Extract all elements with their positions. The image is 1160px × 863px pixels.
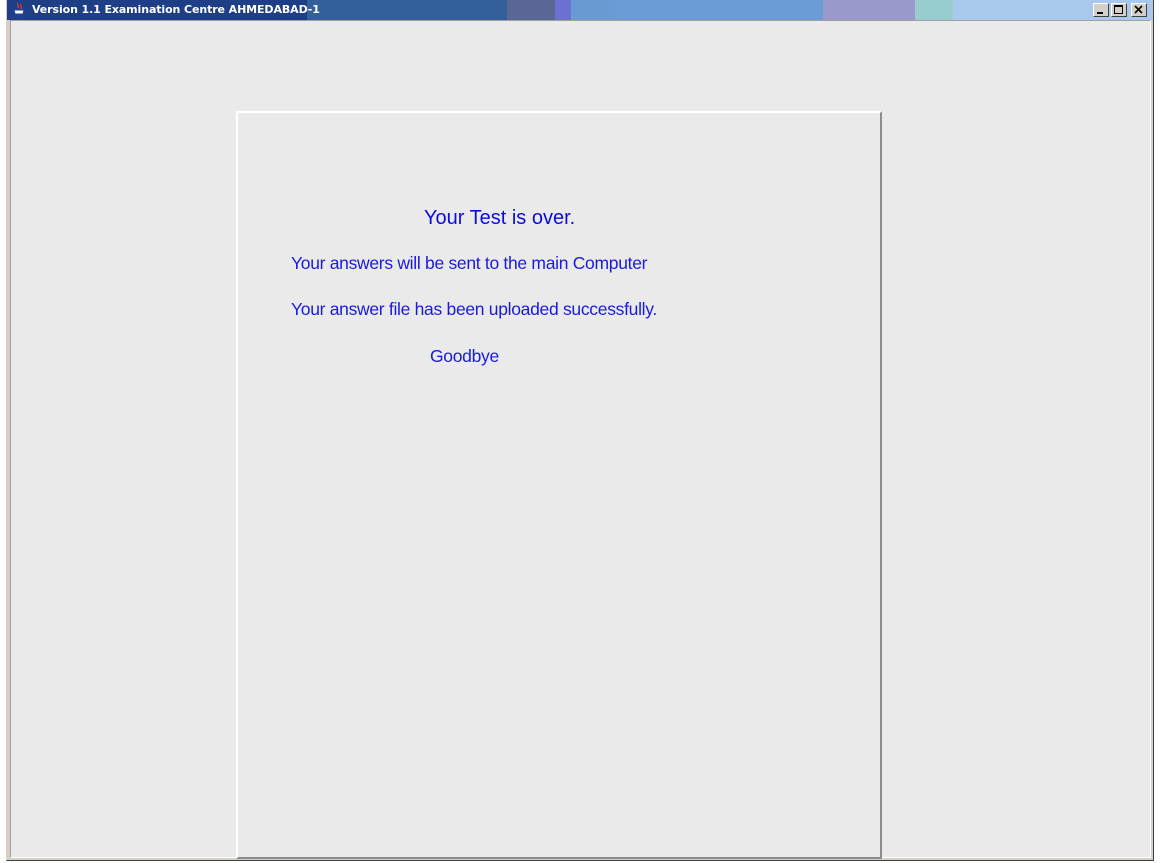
minimize-button[interactable]: [1093, 3, 1109, 17]
test-over-heading: Your Test is over.: [424, 207, 576, 229]
maximize-icon: [1114, 5, 1123, 14]
application-window: Version 1.1 Examination Centre AHMEDABAD…: [6, 0, 1154, 861]
goodbye-text: Goodbye: [430, 346, 499, 366]
minimize-icon: [1097, 12, 1103, 14]
window-title: Version 1.1 Examination Centre AHMEDABAD…: [32, 3, 320, 16]
window-content: Your Test is over. Your answers will be …: [10, 20, 1151, 859]
maximize-button[interactable]: [1111, 3, 1127, 17]
upload-success-text: Your answer file has been uploaded succe…: [291, 299, 657, 319]
close-icon: [1134, 5, 1143, 14]
close-button[interactable]: [1131, 3, 1147, 17]
java-coffee-cup-icon[interactable]: [11, 2, 27, 18]
answers-sent-text: Your answers will be sent to the main Co…: [291, 253, 648, 273]
title-bar[interactable]: Version 1.1 Examination Centre AHMEDABAD…: [7, 0, 1153, 20]
message-panel: Your Test is over. Your answers will be …: [236, 111, 882, 859]
